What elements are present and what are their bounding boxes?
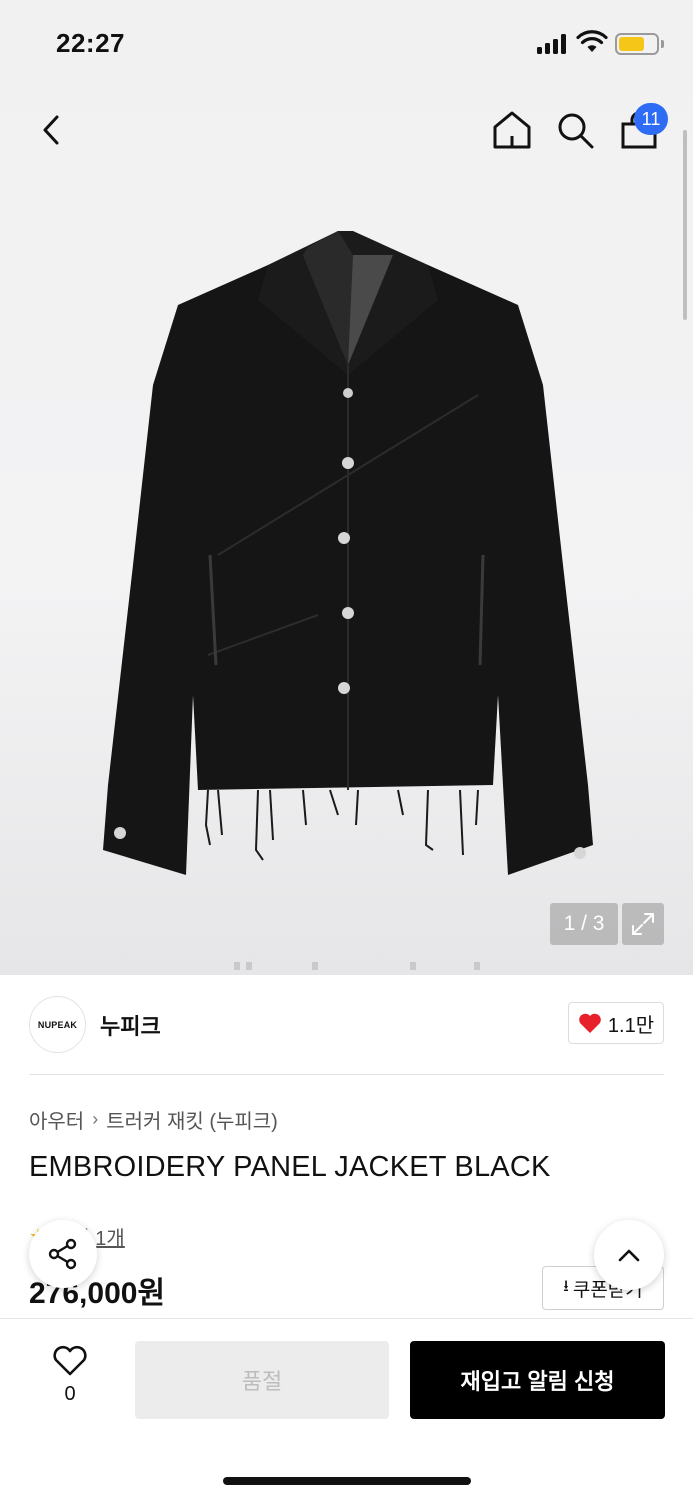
status-time: 22:27 bbox=[56, 28, 125, 58]
share-icon bbox=[48, 1238, 77, 1270]
download-icon: ⭳ bbox=[563, 1277, 569, 1295]
brand-like-button[interactable]: 1.1만 bbox=[568, 1002, 664, 1044]
brand-logo[interactable]: NUPEAK bbox=[29, 996, 86, 1053]
share-button[interactable] bbox=[29, 1220, 97, 1288]
brand-row[interactable]: NUPEAK 누피크 1.1만 bbox=[0, 975, 693, 1075]
chevron-right-icon: › bbox=[92, 1109, 99, 1129]
expand-icon bbox=[632, 913, 654, 935]
chevron-up-icon bbox=[618, 1249, 640, 1262]
scroll-top-button[interactable] bbox=[594, 1220, 664, 1290]
heart-outline-icon bbox=[53, 1345, 87, 1376]
product-image[interactable] bbox=[98, 225, 598, 875]
brand-name[interactable]: 누피크 bbox=[100, 1009, 161, 1041]
restock-alert-button[interactable]: 재입고 알림 신청 bbox=[410, 1341, 665, 1419]
breadcrumb-item[interactable]: 트러커 재킷 (누피크) bbox=[106, 1105, 278, 1134]
image-pager: 1 / 3 bbox=[550, 903, 618, 945]
breadcrumb[interactable]: 아우터 › 트러커 재킷 (누피크) bbox=[29, 1105, 278, 1134]
divider bbox=[29, 1074, 664, 1075]
chevron-left-icon[interactable] bbox=[30, 108, 74, 152]
soldout-button: 품절 bbox=[135, 1341, 389, 1419]
image-thumb-strip bbox=[0, 962, 693, 974]
breadcrumb-item[interactable]: 아우터 bbox=[29, 1105, 84, 1134]
wifi-icon bbox=[576, 30, 608, 52]
scroll-indicator bbox=[683, 130, 687, 320]
wish-button[interactable]: 0 bbox=[40, 1345, 100, 1415]
home-icon[interactable] bbox=[490, 108, 534, 152]
product-gallery[interactable]: 22:27 11 1 / 3 bbox=[0, 0, 693, 975]
expand-button[interactable] bbox=[622, 903, 664, 945]
signal-icon bbox=[537, 34, 569, 54]
cart-badge: 11 bbox=[634, 103, 668, 135]
wish-count: 0 bbox=[64, 1383, 76, 1405]
home-indicator bbox=[223, 1477, 471, 1485]
product-title: EMBROIDERY PANEL JACKET BLACK bbox=[29, 1151, 551, 1183]
heart-filled-icon bbox=[579, 1013, 601, 1033]
search-icon[interactable] bbox=[553, 108, 597, 152]
bottom-action-bar: 0 품절 재입고 알림 신청 bbox=[0, 1318, 693, 1500]
status-bar: 22:27 bbox=[0, 0, 693, 88]
brand-like-count: 1.1만 bbox=[607, 1014, 655, 1037]
battery-icon bbox=[615, 33, 659, 55]
